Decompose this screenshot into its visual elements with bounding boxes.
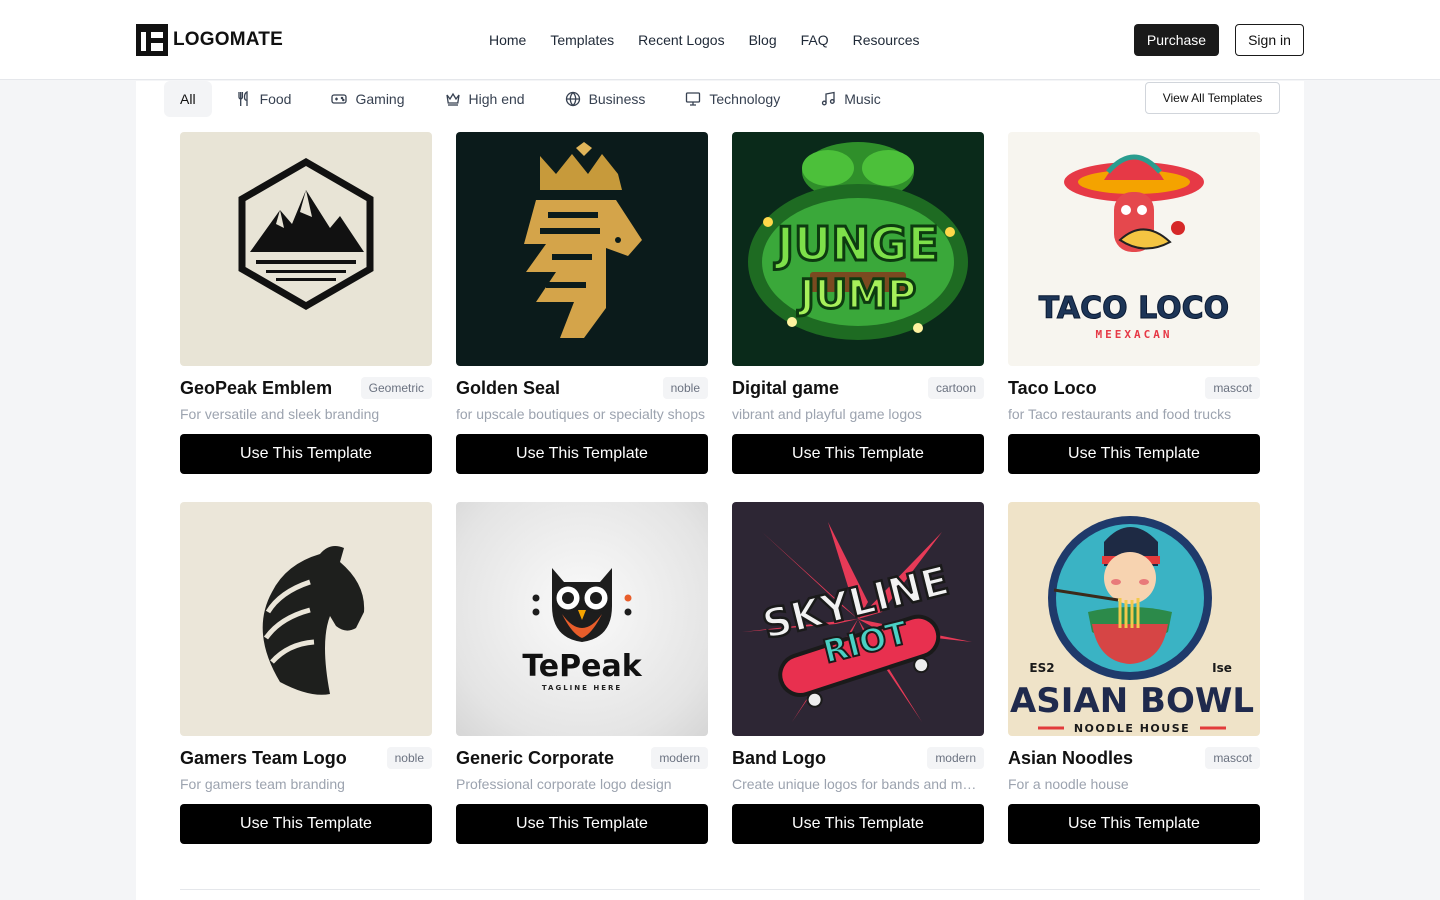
card-title: Generic Corporate [456,747,615,768]
art-word-1: JUNGE [774,217,939,271]
jungle-jump-image[interactable]: JUNGE JUMP [732,132,984,366]
filter-label: All [180,91,196,107]
use-template-button[interactable]: Use This Template [456,434,708,474]
nav-resources[interactable]: Resources [853,32,920,48]
brand-name: LOGOMATE [173,29,283,50]
style-tag: mascot [1205,377,1260,399]
style-tag: cartoon [927,377,984,399]
use-template-button[interactable]: Use This Template [1008,804,1260,844]
logo-mark-icon [136,24,168,56]
use-template-button[interactable]: Use This Template [180,804,432,844]
filter-gaming[interactable]: Gaming [315,81,420,117]
filter-label: High end [468,91,525,107]
art-side-right: Ise [1212,661,1232,675]
card-title: Band Logo [732,747,826,768]
filter-label: Business [588,91,646,107]
filter-all[interactable]: All [164,81,212,117]
template-card: TACO LOCO MEEXACAN Taco Loco mascot for T… [1008,132,1260,474]
nav-home[interactable]: Home [489,32,526,48]
category-filters: All Food Gaming High end Business Techno… [164,81,905,117]
card-description: for upscale boutiques or specialty shops [456,406,706,422]
card-title: Digital game [732,377,840,398]
use-template-button[interactable]: Use This Template [456,804,708,844]
card-description: For a noodle house [1008,776,1129,792]
nav-blog[interactable]: Blog [749,32,777,48]
template-card: Gamers Team Logo noble For gamers team br… [180,502,432,844]
gamepad-icon [331,94,348,104]
horse-head-image[interactable] [180,502,432,736]
mountain-emblem-image[interactable] [180,132,432,366]
filter-food[interactable]: Food [220,81,308,117]
art-title: TACO LOCO [1039,291,1229,326]
art-title: ASIAN BOWL [1010,681,1254,721]
use-template-button[interactable]: Use This Template [732,804,984,844]
style-tag: noble [662,377,708,399]
main-nav: Home Templates Recent Logos Blog FAQ Res… [489,0,920,80]
art-word-2: JUMP [797,272,916,318]
filter-music[interactable]: Music [804,81,897,117]
use-template-button[interactable]: Use This Template [732,434,984,474]
utensils-icon [237,91,248,106]
card-title: Gamers Team Logo [180,747,347,768]
filter-high-end[interactable]: High end [429,81,541,117]
art-title: TePeak [522,649,642,684]
site-header: LOGOMATE Home Templates Recent Logos Blo… [0,0,1440,80]
card-title: Golden Seal [456,377,561,398]
monitor-icon [686,92,701,106]
filter-label: Gaming [355,91,405,107]
purchase-button[interactable]: Purchase [1134,24,1219,56]
filter-label: Technology [709,91,781,107]
style-tag: noble [386,747,432,769]
filter-business[interactable]: Business [549,81,662,117]
taco-loco-image[interactable]: TACO LOCO MEEXACAN [1008,132,1260,366]
template-card: SKYLINE RIOT Band Logo modern Create uniq… [732,502,984,844]
card-description: For versatile and sleek branding [180,406,380,422]
card-title: Taco Loco [1008,377,1097,398]
style-tag: Geometric [360,377,432,399]
art-subtitle: TAGLINE HERE [542,684,622,692]
template-card: ES2 Ise ASIAN BOWL NOODLE HOUSE Asian No… [1008,502,1260,844]
filter-technology[interactable]: Technology [669,81,796,117]
style-tag: modern [651,747,708,769]
card-description: vibrant and playful game logos [732,406,922,422]
card-title: GeoPeak Emblem [180,377,333,398]
templates-panel: All Food Gaming High end Business Techno… [136,81,1304,900]
filter-label: Food [259,91,292,107]
music-note-icon [822,91,835,106]
section-divider [180,889,1260,890]
template-card: GeoPeak Emblem Geometric For versatile an… [180,132,432,474]
use-template-button[interactable]: Use This Template [1008,434,1260,474]
nav-recent-logos[interactable]: Recent Logos [638,32,724,48]
card-title: Asian Noodles [1008,747,1134,768]
golden-lion-image[interactable] [456,132,708,366]
template-card: Golden Seal noble for upscale boutiques o… [456,132,708,474]
card-description: for Taco restaurants and food trucks [1008,406,1232,422]
art-subtitle: MEEXACAN [1096,328,1173,341]
card-description: Create unique logos for bands and music … [732,776,984,792]
art-side-left: ES2 [1029,661,1054,675]
brand-logo[interactable]: LOGOMATE [136,24,283,56]
nav-templates[interactable]: Templates [550,32,614,48]
asian-bowl-image[interactable]: ES2 Ise ASIAN BOWL NOODLE HOUSE [1008,502,1260,736]
template-card: TePeak TAGLINE HERE Generic Corporate mod… [456,502,708,844]
art-subtitle: NOODLE HOUSE [1074,722,1190,735]
globe-icon [565,91,580,107]
filter-label: Music [844,91,881,107]
style-tag: mascot [1205,747,1260,769]
nav-faq[interactable]: FAQ [801,32,829,48]
use-template-button[interactable]: Use This Template [180,434,432,474]
template-card: JUNGE JUMP Digital game cartoon vibrant a… [732,132,984,474]
crown-icon [445,92,460,106]
owl-image[interactable]: TePeak TAGLINE HERE [456,502,708,736]
skyline-riot-image[interactable]: SKYLINE RIOT [732,502,984,736]
sign-in-button[interactable]: Sign in [1235,24,1304,56]
view-all-templates-button[interactable]: View All Templates [1145,82,1280,114]
style-tag: modern [927,747,984,769]
card-description: Professional corporate logo design [456,776,672,792]
card-description: For gamers team branding [180,776,345,792]
